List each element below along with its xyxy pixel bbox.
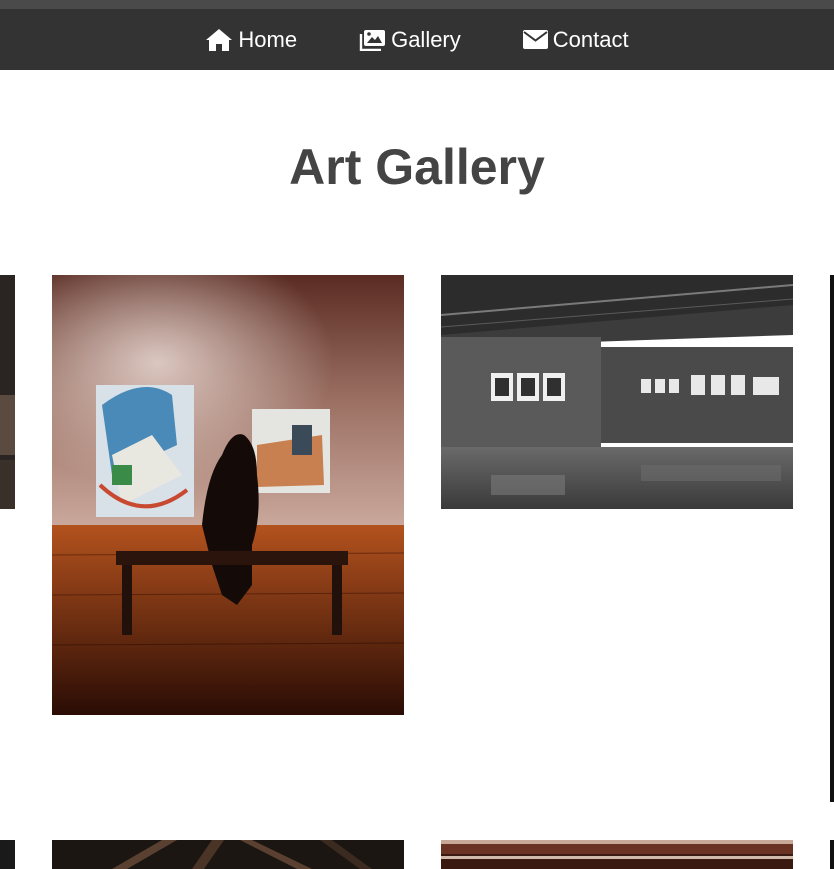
gallery-image-bottom-right-partial[interactable] <box>830 840 834 869</box>
page-title: Art Gallery <box>289 139 545 195</box>
nav-gallery-link[interactable]: Gallery <box>359 27 461 53</box>
gallery-image-bottom-left-partial[interactable] <box>0 840 15 869</box>
navbar: Home Gallery Contact <box>0 9 834 70</box>
envelope-icon <box>522 30 548 49</box>
gallery-image-wooden-beams[interactable] <box>52 840 404 869</box>
gallery-image-left-partial[interactable] <box>0 275 15 509</box>
gallery-image-right-partial[interactable] <box>830 275 834 802</box>
nav-home-label: Home <box>238 26 298 52</box>
home-icon <box>206 28 233 51</box>
nav-contact-link[interactable]: Contact <box>522 26 629 53</box>
nav-home-link[interactable]: Home <box>205 27 297 53</box>
images-icon <box>359 29 386 51</box>
gallery-image-woman-on-bench[interactable] <box>52 275 404 715</box>
gallery-image-lit-cornice[interactable] <box>441 840 793 869</box>
gallery-image-grey-room[interactable] <box>441 275 793 509</box>
nav-gallery-label: Gallery <box>391 26 461 52</box>
top-strip <box>0 0 834 9</box>
nav-contact-label: Contact <box>552 26 629 52</box>
